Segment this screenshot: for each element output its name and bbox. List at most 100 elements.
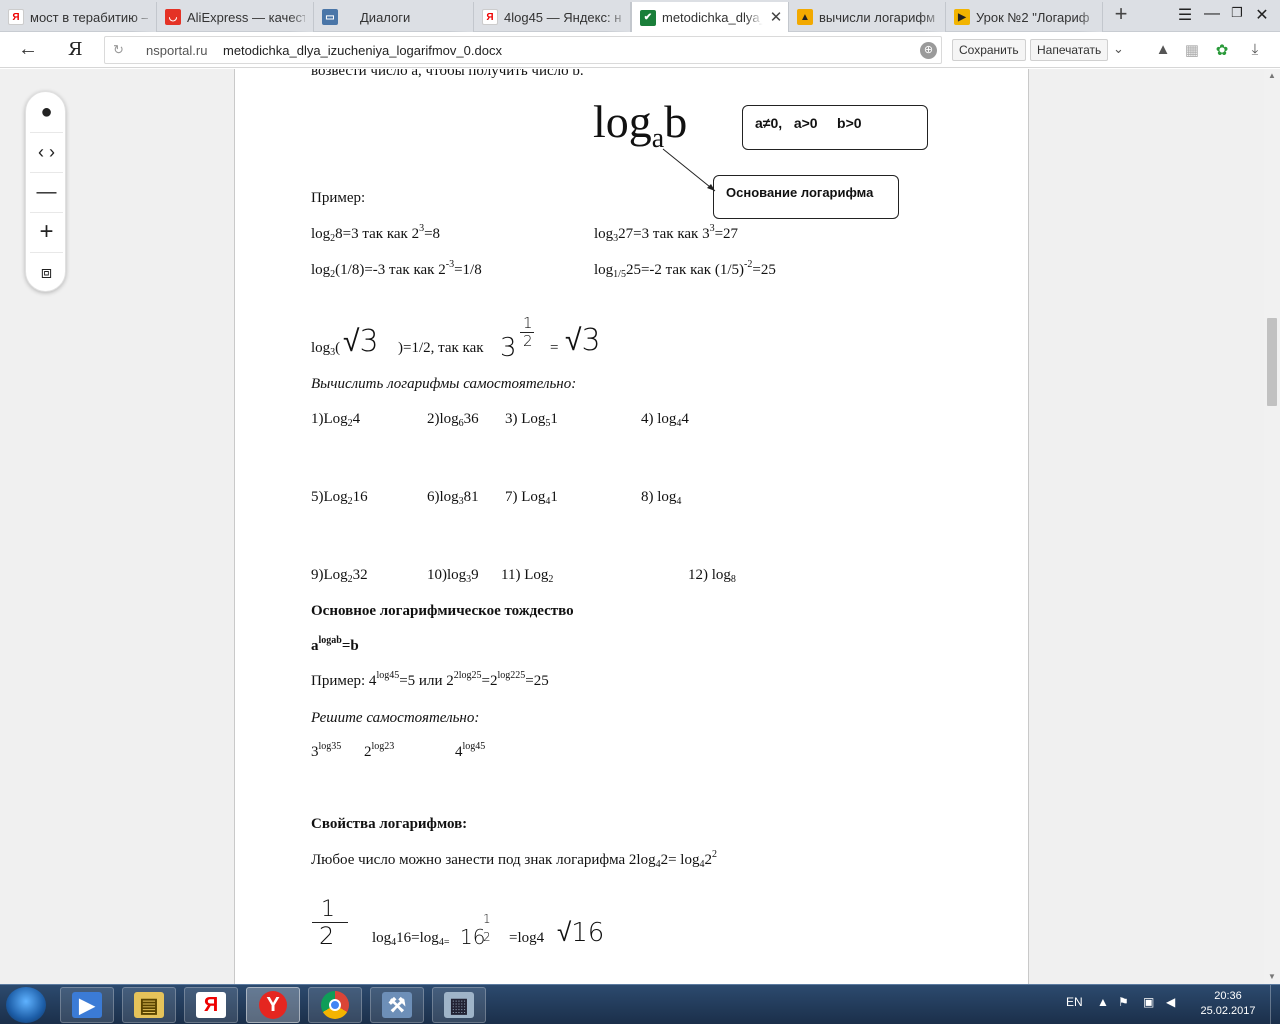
tab-1[interactable]: Я мост в терабитию — bbox=[0, 2, 157, 32]
task-10: 10)log39 bbox=[427, 567, 479, 585]
scroll-up-arrow-icon[interactable]: ▲ bbox=[1264, 69, 1280, 83]
task-4: 4) log44 bbox=[641, 411, 689, 429]
task-2: 2)log636 bbox=[427, 411, 479, 429]
tab-7[interactable]: ▶ Урок №2 "Логариф bbox=[946, 2, 1103, 32]
volume-icon[interactable]: ◀ bbox=[1166, 995, 1175, 1009]
chat-icon: ▭ bbox=[322, 9, 338, 25]
conditions-text: a≠0, a>0 b>0 bbox=[755, 115, 862, 131]
minimize-icon[interactable]: — bbox=[1200, 5, 1224, 27]
document-page: возвести число a, чтобы получить число b… bbox=[234, 69, 1029, 984]
calculator-taskbar-icon[interactable]: ▦ bbox=[432, 987, 486, 1023]
yandex-logo[interactable]: Я bbox=[68, 39, 83, 60]
close-window-icon[interactable]: ✕ bbox=[1250, 5, 1274, 27]
properties-title: Свойства логарифмов: bbox=[311, 816, 468, 832]
tray-arrow-icon[interactable]: ▲ bbox=[1097, 995, 1109, 1009]
document-viewport: возвести число a, чтобы получить число b… bbox=[0, 69, 1264, 984]
new-tab-button[interactable]: + bbox=[1110, 3, 1132, 26]
chevron-down-icon[interactable]: ⌄ bbox=[1113, 41, 1124, 57]
vertical-scrollbar[interactable]: ▲ ▼ bbox=[1264, 69, 1280, 984]
log-word: log bbox=[593, 96, 652, 147]
show-desktop-button[interactable] bbox=[1270, 985, 1280, 1024]
handwritten-three: 3 bbox=[500, 333, 517, 363]
task-6: 6)log381 bbox=[427, 489, 479, 507]
properties-line: Любое число можно занести под знак логар… bbox=[311, 849, 717, 870]
save-button[interactable]: Сохранить bbox=[952, 39, 1026, 61]
tab-bar: Я мост в терабитию — ◡ AliExpress — каче… bbox=[0, 0, 1280, 33]
solve-2: 2log23 bbox=[364, 741, 395, 761]
example-label: Пример: bbox=[311, 190, 366, 206]
aliexpress-icon: ◡ bbox=[165, 9, 181, 25]
flag-icon[interactable]: ⚑ bbox=[1118, 995, 1129, 1009]
task-11: 11) Log2 bbox=[501, 567, 554, 585]
explorer-taskbar-icon[interactable]: ▤ bbox=[122, 987, 176, 1023]
solve-3: 4log45 bbox=[455, 741, 486, 761]
task-8: 8) log4 bbox=[641, 489, 682, 507]
language-indicator[interactable]: EN bbox=[1066, 995, 1083, 1009]
last-line-eq: =log4 bbox=[509, 930, 545, 946]
media-player-taskbar-icon[interactable]: ▶ bbox=[60, 987, 114, 1023]
tab-4[interactable]: Я 4log45 — Яндекс: на bbox=[474, 2, 631, 32]
print-button[interactable]: Напечатать bbox=[1030, 39, 1109, 61]
tab-title: 4log45 — Яндекс: на bbox=[504, 9, 622, 25]
chrome-taskbar-icon[interactable] bbox=[308, 987, 362, 1023]
clock-date: 25.02.2017 bbox=[1200, 1005, 1256, 1017]
handwritten-half-num: 1 bbox=[523, 314, 533, 332]
triangle-icon[interactable]: ▲ bbox=[1153, 41, 1173, 59]
example-3-eq: = bbox=[550, 340, 559, 356]
network-icon[interactable]: ▣ bbox=[1143, 995, 1154, 1009]
tab-title: AliExpress — качеств bbox=[187, 9, 305, 25]
zoom-out-icon[interactable]: — bbox=[26, 172, 67, 212]
conditions-box: a≠0, a>0 b>0 bbox=[742, 105, 928, 150]
image-icon: ▲ bbox=[797, 9, 813, 25]
task-1: 1)Log24 bbox=[311, 411, 361, 429]
task-3: 3) Log51 bbox=[505, 411, 558, 429]
url-field[interactable]: ↻ nsportal.ru metodichka_dlya_izucheniya… bbox=[104, 36, 942, 64]
handwritten-sixteen: 16 bbox=[460, 925, 486, 949]
base-label-text: Основание логарифма bbox=[726, 185, 874, 200]
tools-taskbar-icon[interactable]: ⚒ bbox=[370, 987, 424, 1023]
handwritten-root-3: √3 bbox=[343, 324, 379, 359]
yandex-icon: Я bbox=[482, 9, 498, 25]
tab-5-active[interactable]: ✔ metodichka_dlya_i ✕ bbox=[631, 2, 789, 33]
example-3-start: log3( bbox=[311, 340, 341, 358]
yandex-browser-taskbar-icon[interactable]: Y bbox=[246, 987, 300, 1023]
menu-icon[interactable]: ☰ bbox=[1173, 5, 1197, 27]
yandex-icon: Я bbox=[8, 9, 24, 25]
tab-3[interactable]: ▭ Диалоги bbox=[314, 2, 474, 32]
start-button[interactable] bbox=[6, 987, 46, 1023]
globe-icon[interactable]: ⊕ bbox=[920, 42, 937, 59]
clock-time: 20:36 bbox=[1214, 990, 1242, 1002]
dot-icon[interactable]: ● bbox=[26, 92, 67, 132]
tab-6[interactable]: ▲ вычисли логарифм к bbox=[789, 2, 946, 32]
page-nav-icon[interactable]: ‹ › bbox=[26, 132, 67, 172]
handwritten-half-num-2: 1 bbox=[483, 912, 491, 926]
fit-page-icon[interactable]: ⧈ bbox=[26, 252, 67, 292]
scroll-thumb[interactable] bbox=[1267, 318, 1277, 406]
zoom-in-icon[interactable]: + bbox=[26, 212, 67, 252]
extension-icon[interactable]: ✿ bbox=[1212, 41, 1232, 59]
reload-icon[interactable]: ↻ bbox=[113, 42, 124, 58]
tab-2[interactable]: ◡ AliExpress — качеств bbox=[157, 2, 314, 32]
base-label-box: Основание логарифма bbox=[713, 175, 899, 219]
example-3-rest: )=1/2, так как bbox=[398, 340, 484, 356]
task-title: Вычислить логарифмы самостоятельно: bbox=[311, 376, 577, 392]
example-1a: log28=3 так как 23=8 bbox=[311, 223, 441, 244]
back-button[interactable]: ← bbox=[16, 38, 40, 61]
check-icon: ✔ bbox=[640, 9, 656, 26]
restore-icon[interactable]: ❐ bbox=[1225, 5, 1249, 27]
handwritten-two: 2 bbox=[319, 922, 335, 950]
yandex-taskbar-icon[interactable]: Я bbox=[184, 987, 238, 1023]
download-icon[interactable]: ⤓ bbox=[1245, 41, 1265, 59]
handwritten-one: 1 bbox=[321, 897, 335, 922]
identity-title: Основное логарифмическое тождество bbox=[311, 603, 574, 619]
clock[interactable]: 20:36 25.02.2017 bbox=[1196, 989, 1260, 1019]
scroll-down-arrow-icon[interactable]: ▼ bbox=[1264, 970, 1280, 984]
solve-1: 3log35 bbox=[311, 741, 342, 761]
tab-title: Диалоги bbox=[360, 9, 411, 25]
task-12: 12) log8 bbox=[688, 567, 736, 585]
example-2b: log1/525=-2 так как (1/5)-2=25 bbox=[594, 259, 776, 280]
example-4: Пример: 4log45=5 или 22log25=2log225=25 bbox=[311, 670, 549, 690]
close-tab-icon[interactable]: ✕ bbox=[768, 8, 784, 26]
image-icon[interactable]: ▦ bbox=[1182, 41, 1202, 59]
url-domain: nsportal.ru bbox=[146, 43, 208, 58]
